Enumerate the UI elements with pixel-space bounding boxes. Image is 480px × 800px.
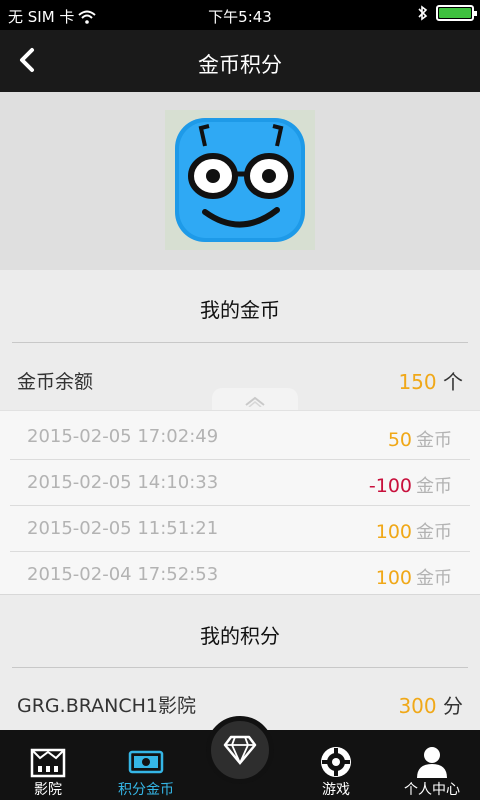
list-item[interactable]: 2015-02-05 17:02:49 50 金币 <box>10 414 470 460</box>
coin-balance-value: 150 <box>398 370 437 394</box>
divider <box>12 342 468 343</box>
history-amount-unit: 金币 <box>416 430 452 451</box>
history-amount-value: 50 <box>387 429 412 451</box>
tab-games[interactable]: 游戏 <box>288 730 384 800</box>
tab-profile[interactable]: 个人中心 <box>384 730 480 800</box>
tab-label: 影院 <box>34 782 62 798</box>
coin-balance-unit: 个 <box>443 370 463 394</box>
list-item[interactable]: 2015-02-04 17:52:53 100 金币 <box>10 552 470 598</box>
history-amount: -100 金币 <box>369 472 452 498</box>
history-amount: 100 金币 <box>376 564 452 590</box>
divider <box>12 667 468 668</box>
center-diamond-button[interactable] <box>206 716 274 784</box>
points-section-title: 我的积分 <box>200 624 280 648</box>
history-date: 2015-02-05 11:51:21 <box>27 518 219 539</box>
list-item[interactable]: 2015-02-05 11:51:21 100 金币 <box>10 506 470 552</box>
avatar[interactable] <box>165 110 315 250</box>
history-date: 2015-02-05 17:02:49 <box>27 426 219 447</box>
points-amount: 300 分 <box>398 690 463 719</box>
history-date: 2015-02-05 14:10:33 <box>27 472 219 493</box>
coin-balance-amount: 150 个 <box>398 366 463 395</box>
chevron-up-icon <box>245 396 265 407</box>
status-bar: 无 SIM 卡 下午5:43 <box>0 0 480 30</box>
diamond-icon <box>223 735 257 765</box>
nav-bar: 金币积分 <box>0 30 480 92</box>
history-amount-unit: 金币 <box>416 476 452 497</box>
page-title: 金币积分 <box>198 53 282 77</box>
history-amount-value: 100 <box>375 567 412 589</box>
history-amount-value: 100 <box>375 521 412 543</box>
user-icon <box>417 747 447 778</box>
history-amount: 100 金币 <box>376 518 452 544</box>
profile-header <box>0 92 480 270</box>
cinema-icon <box>30 748 66 778</box>
cinema-label: GRG.BRANCH1影院 <box>17 695 197 717</box>
tab-label: 积分金币 <box>118 782 174 798</box>
tab-label: 游戏 <box>322 782 350 798</box>
status-time: 下午5:43 <box>208 8 272 26</box>
coin-history-list: 2015-02-05 17:02:49 50 金币 2015-02-05 14:1… <box>0 410 480 595</box>
history-amount-unit: 金币 <box>416 522 452 543</box>
money-icon <box>128 750 164 774</box>
history-amount-unit: 金币 <box>416 568 452 589</box>
cartoon-face-icon <box>175 118 305 242</box>
coin-balance-label: 金币余额 <box>17 371 94 393</box>
gamepad-icon <box>321 747 351 777</box>
bluetooth-icon <box>418 5 428 21</box>
battery-icon <box>436 5 477 21</box>
coins-section-title: 我的金币 <box>200 298 280 322</box>
points-value: 300 <box>398 694 437 718</box>
list-item[interactable]: 2015-02-05 14:10:33 -100 金币 <box>10 460 470 506</box>
points-unit: 分 <box>443 694 463 718</box>
history-amount-value: -100 <box>368 475 412 497</box>
tab-cinema[interactable]: 影院 <box>0 730 96 800</box>
history-amount: 50 金币 <box>388 426 452 452</box>
history-date: 2015-02-04 17:52:53 <box>27 564 219 585</box>
tab-label: 个人中心 <box>404 782 460 798</box>
tab-points-coins[interactable]: 积分金币 <box>98 730 194 800</box>
